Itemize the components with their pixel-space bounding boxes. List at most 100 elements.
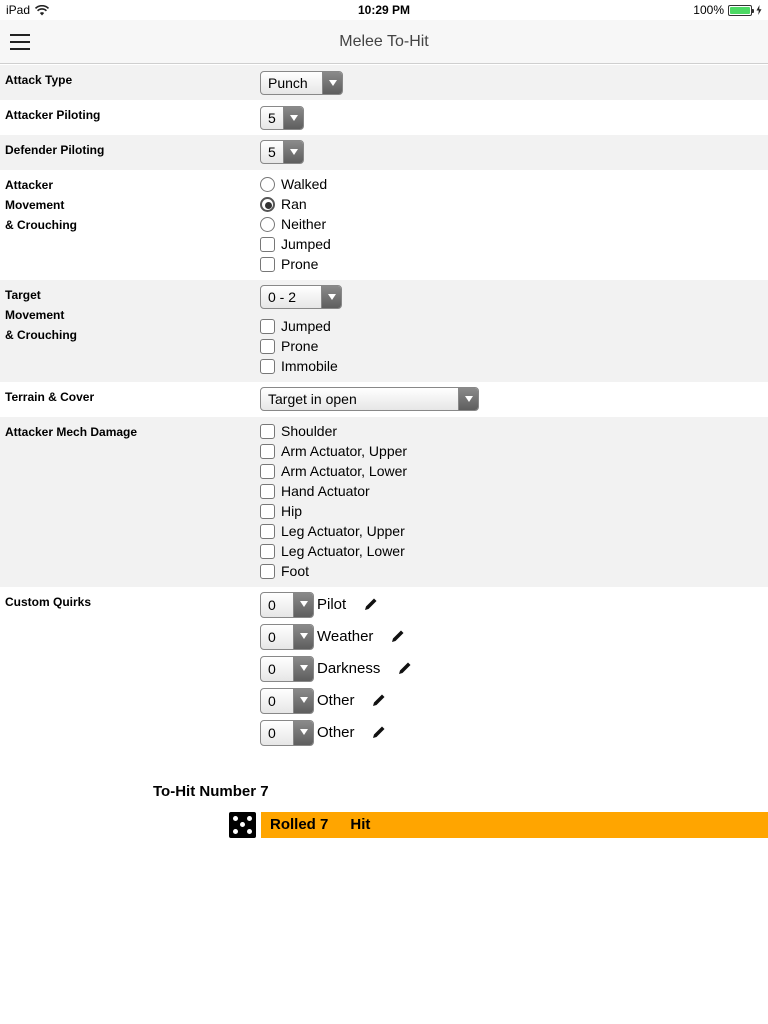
defender-piloting-select[interactable]: 5 (260, 140, 304, 164)
attacker-movement-label: Attacker Movement & Crouching (5, 175, 77, 235)
checkbox-target-jumped[interactable]: Jumped (260, 316, 338, 336)
checkbox-leg-lower[interactable]: Leg Actuator, Lower (260, 541, 407, 561)
target-movement-label: Target Movement & Crouching (5, 285, 77, 345)
chevron-down-icon (293, 625, 313, 649)
radio-label: Ran (281, 196, 307, 212)
radio-walked[interactable]: Walked (260, 174, 331, 194)
radio-button-selected[interactable] (260, 197, 275, 212)
checkbox-label: Immobile (281, 358, 338, 374)
checkbox-hip[interactable]: Hip (260, 501, 407, 521)
checkbox[interactable] (260, 424, 275, 439)
radio-button[interactable] (260, 217, 275, 232)
checkbox[interactable] (260, 484, 275, 499)
quirks-label: Custom Quirks (5, 595, 92, 609)
attack-type-value: Punch (268, 75, 308, 91)
checkbox-arm-lower[interactable]: Arm Actuator, Lower (260, 461, 407, 481)
checkbox-label: Jumped (281, 318, 331, 334)
checkbox-leg-upper[interactable]: Leg Actuator, Upper (260, 521, 407, 541)
checkbox-shoulder[interactable]: Shoulder (260, 421, 407, 441)
checkbox[interactable] (260, 237, 275, 252)
checkbox-hand[interactable]: Hand Actuator (260, 481, 407, 501)
quirk-name: Pilot (317, 596, 347, 613)
chevron-down-icon (293, 593, 313, 617)
battery-percent: 100% (693, 3, 724, 17)
clock: 10:29 PM (357, 3, 411, 17)
rolled-value: Rolled 7 (270, 816, 329, 833)
checkbox[interactable] (260, 359, 275, 374)
attacker-movement-row: Attacker Movement & Crouching Walked Ran… (0, 170, 768, 280)
chevron-down-icon (322, 72, 342, 94)
roll-outcome: Hit (350, 816, 371, 833)
attack-type-row: Attack Type Punch (0, 65, 768, 100)
checkbox-label: Leg Actuator, Upper (281, 523, 405, 539)
checkbox[interactable] (260, 504, 275, 519)
quirk-value-select[interactable]: 0 (260, 720, 314, 746)
defender-piloting-row: Defender Piloting 5 (0, 135, 768, 170)
target-range-value: 0 - 2 (268, 289, 297, 305)
attacker-piloting-value: 5 (268, 110, 276, 126)
checkbox[interactable] (260, 464, 275, 479)
attacker-piloting-select[interactable]: 5 (260, 106, 304, 130)
quirk-name: Weather (317, 628, 374, 645)
checkbox-label: Shoulder (281, 423, 338, 439)
pencil-icon[interactable] (372, 693, 386, 707)
checkbox-target-prone[interactable]: Prone (260, 336, 338, 356)
checkbox-label: Hip (281, 503, 303, 519)
checkbox-foot[interactable]: Foot (260, 561, 407, 581)
attack-type-select[interactable]: Punch (260, 71, 343, 95)
label-line: Movement (5, 198, 65, 212)
label-line: & Crouching (5, 218, 77, 232)
quirk-value-select[interactable]: 0 (260, 624, 314, 650)
checkbox[interactable] (260, 544, 275, 559)
quirk-value: 0 (268, 661, 276, 677)
checkbox[interactable] (260, 339, 275, 354)
checkbox-attacker-prone[interactable]: Prone (260, 254, 331, 274)
chevron-down-icon (283, 141, 303, 163)
radio-button[interactable] (260, 177, 275, 192)
pencil-icon[interactable] (398, 661, 412, 675)
dice-five-icon[interactable] (229, 812, 256, 838)
checkbox[interactable] (260, 319, 275, 334)
chevron-down-icon (283, 107, 303, 129)
checkbox[interactable] (260, 524, 275, 539)
checkbox-label: Jumped (281, 236, 331, 252)
terrain-select[interactable]: Target in open (260, 387, 479, 411)
checkbox[interactable] (260, 564, 275, 579)
chevron-down-icon (321, 286, 341, 308)
attacker-piloting-label: Attacker Piloting (5, 108, 101, 122)
target-range-select[interactable]: 0 - 2 (260, 285, 342, 309)
pencil-icon[interactable] (391, 629, 405, 643)
pencil-icon[interactable] (364, 597, 378, 611)
roll-result-bar: Rolled 7 Hit (261, 812, 768, 838)
quirk-value: 0 (268, 725, 276, 741)
quirk-value-select[interactable]: 0 (260, 688, 314, 714)
checkbox-label: Prone (281, 256, 319, 272)
quirk-value-select[interactable]: 0 (260, 656, 314, 682)
chevron-down-icon (458, 388, 478, 410)
radio-label: Walked (281, 176, 328, 192)
quirk-name: Other (317, 692, 355, 709)
checkbox-attacker-jumped[interactable]: Jumped (260, 234, 331, 254)
chevron-down-icon (293, 721, 313, 745)
mech-damage-label: Attacker Mech Damage (5, 425, 138, 439)
pencil-icon[interactable] (372, 725, 386, 739)
terrain-row: Terrain & Cover Target in open (0, 382, 768, 417)
charging-icon (756, 5, 762, 15)
checkbox[interactable] (260, 257, 275, 272)
label-line: Target (5, 288, 41, 302)
quirk-value-select[interactable]: 0 (260, 592, 314, 618)
attacker-piloting-row: Attacker Piloting 5 (0, 100, 768, 135)
checkbox-arm-upper[interactable]: Arm Actuator, Upper (260, 441, 407, 461)
radio-ran[interactable]: Ran (260, 194, 331, 214)
chevron-down-icon (293, 689, 313, 713)
status-bar: iPad 10:29 PM 100% (0, 0, 768, 20)
checkbox-label: Foot (281, 563, 310, 579)
checkbox[interactable] (260, 444, 275, 459)
quirk-value: 0 (268, 629, 276, 645)
defender-piloting-label: Defender Piloting (5, 143, 105, 157)
checkbox-target-immobile[interactable]: Immobile (260, 356, 338, 376)
radio-label: Neither (281, 216, 327, 232)
checkbox-label: Hand Actuator (281, 483, 370, 499)
quirk-value: 0 (268, 597, 276, 613)
radio-neither[interactable]: Neither (260, 214, 331, 234)
